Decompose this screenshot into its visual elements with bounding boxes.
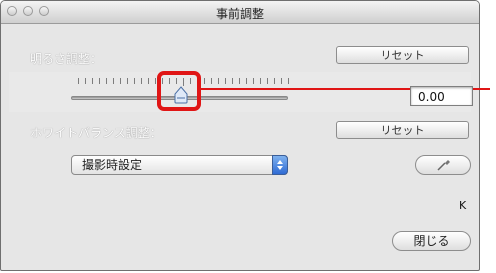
white-balance-label: ホワイトバランス調整： [30,126,162,140]
brightness-value-field[interactable]: 0.00 [410,86,473,106]
slider-tick [85,78,86,84]
slider-tick [92,78,93,84]
slider-tick [204,78,205,84]
slider-tick [141,78,142,84]
slider-tick [274,78,275,84]
slider-tick [134,78,135,84]
slider-tick [113,78,114,84]
slider-tick [288,78,289,84]
slider-tick [78,78,79,84]
white-balance-reset-button[interactable]: リセット [336,121,469,139]
slider-tick [260,78,261,84]
slider-tick [225,78,226,84]
title-bar: 事前調整 [1,1,479,24]
kelvin-unit-label: K [459,199,467,212]
slider-tick [281,78,282,84]
slider-tick [99,78,100,84]
slider-tick [246,78,247,84]
eyedropper-icon [437,160,450,171]
slider-tick [253,78,254,84]
slider-highlight-callout [157,71,201,111]
slider-tick [120,78,121,84]
slider-tick [106,78,107,84]
slider-tick [239,78,240,84]
slider-tick [267,78,268,84]
slider-tick [211,78,212,84]
slider-tick [127,78,128,84]
close-button[interactable]: 閉じる [392,231,471,251]
slider-tick [148,78,149,84]
brightness-reset-button[interactable]: リセット [336,46,469,64]
brightness-label: 明るさ調整： [30,52,103,66]
slider-tick [232,78,233,84]
slider-tick [155,78,156,84]
white-balance-select-value: 撮影時設定 [82,158,143,172]
updown-arrows-icon [272,155,288,175]
slider-tick [218,78,219,84]
white-balance-select[interactable]: 撮影時設定 [71,155,288,175]
window-title: 事前調整 [215,7,264,21]
white-balance-picker-button[interactable] [415,155,471,175]
